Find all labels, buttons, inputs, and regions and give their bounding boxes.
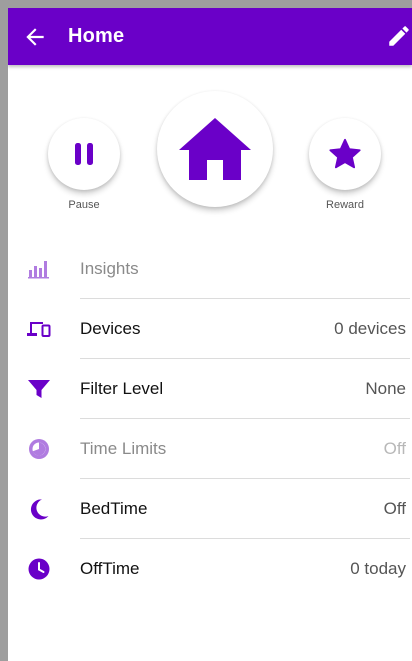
star-icon [329, 138, 361, 169]
timer-icon [26, 436, 52, 462]
devices-icon [26, 316, 52, 342]
list-item-label: Insights [80, 259, 139, 278]
list-item-label: Filter Level [80, 379, 164, 398]
bar-chart-icon [26, 256, 52, 282]
reward-button[interactable] [309, 118, 381, 190]
list-item-value: Off [383, 499, 406, 518]
list-item-insights[interactable]: Insights [8, 239, 412, 299]
pause-button[interactable] [48, 118, 120, 190]
clock-icon [26, 556, 52, 582]
list-item-value: Off [383, 439, 406, 458]
list-item-offtime[interactable]: OffTime 0 today [8, 539, 412, 599]
list-item-time-limits[interactable]: Time Limits Off [8, 419, 412, 479]
list-item-label: OffTime [80, 559, 140, 578]
list-item-label: BedTime [80, 499, 148, 518]
list-item-devices[interactable]: Devices 0 devices [8, 299, 412, 359]
list-item-value: 0 today [350, 559, 406, 578]
moon-icon [26, 496, 52, 522]
filter-icon [26, 376, 52, 402]
list-item-value: 0 devices [334, 319, 406, 338]
app-bar: Home [8, 8, 412, 65]
pause-label: Pause [68, 199, 100, 211]
list-item-label: Devices [80, 319, 141, 338]
app-frame: Home Pause Reward Insights Devices 0 dev… [0, 0, 412, 661]
quick-actions: Pause Reward [8, 65, 412, 235]
page-title: Home [68, 25, 125, 47]
list-item-bedtime[interactable]: BedTime Off [8, 479, 412, 539]
pencil-icon[interactable] [386, 23, 412, 49]
list-item-filter-level[interactable]: Filter Level None [8, 359, 412, 419]
home-button[interactable] [157, 91, 273, 207]
reward-label: Reward [326, 199, 364, 211]
arrow-left-icon[interactable] [22, 24, 48, 50]
settings-list: Insights Devices 0 devices Filter Level [8, 239, 412, 599]
pause-icon [75, 143, 93, 165]
list-item-value: None [365, 379, 406, 398]
house-icon [179, 118, 251, 180]
list-item-label: Time Limits [80, 439, 167, 458]
